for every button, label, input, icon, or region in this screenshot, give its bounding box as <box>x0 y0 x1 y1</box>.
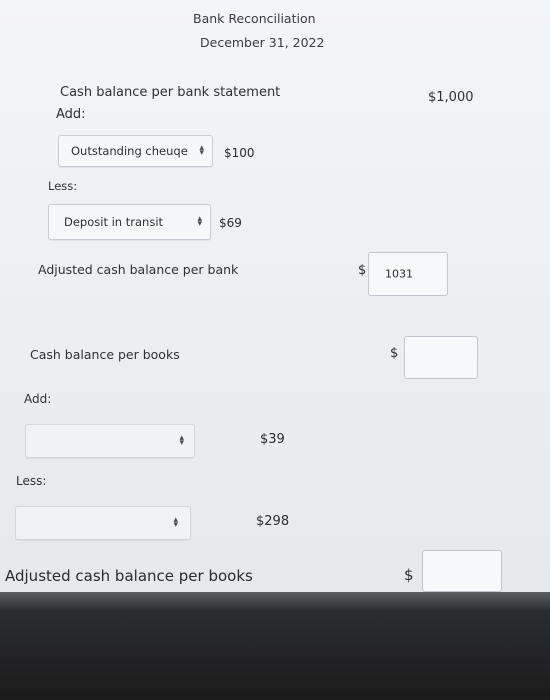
bank-less-item-select[interactable]: Deposit in transit ▴ ▾ <box>48 204 211 240</box>
books-less-item-select[interactable]: ▴ ▾ <box>15 506 191 540</box>
books-add-label: Add: <box>24 392 52 406</box>
bank-adjusted-value: 1031 <box>385 267 413 281</box>
books-adjusted-input[interactable] <box>422 550 502 592</box>
bank-add-item-select[interactable]: Outstanding cheuqe ▴ ▾ <box>58 135 213 167</box>
updown-chevron-icon: ▴ ▾ <box>179 433 184 448</box>
bank-cash-balance-value: $1,000 <box>428 90 474 105</box>
bank-less-item-amount: $69 <box>219 216 242 230</box>
bank-add-label: Add: <box>56 107 86 122</box>
reconciliation-page: Bank Reconciliation December 31, 2022 Ca… <box>0 0 550 595</box>
bank-less-item-selected: Deposit in transit <box>64 215 164 229</box>
books-cash-balance-input[interactable] <box>404 336 478 379</box>
books-cash-balance-currency: $ <box>390 346 399 361</box>
updown-chevron-icon: ▴ ▾ <box>173 515 178 530</box>
reconciliation-date: December 31, 2022 <box>200 35 325 50</box>
books-add-item-amount: $39 <box>260 432 285 447</box>
updown-chevron-icon: ▴ ▾ <box>197 214 202 229</box>
books-adjusted-currency: $ <box>404 566 414 584</box>
bank-cash-balance-label: Cash balance per bank statement <box>60 85 281 100</box>
bank-adjusted-input[interactable]: 1031 <box>368 252 448 296</box>
books-add-item-select[interactable]: ▴ ▾ <box>25 424 195 458</box>
bank-add-item-amount: $100 <box>224 146 255 160</box>
reconciliation-title: Bank Reconciliation <box>193 11 316 26</box>
books-less-label: Less: <box>16 474 47 488</box>
bank-adjusted-currency: $ <box>358 263 367 278</box>
books-less-item-amount: $298 <box>256 514 290 529</box>
dark-background-area <box>0 592 550 700</box>
bank-less-label: Less: <box>48 179 78 193</box>
books-cash-balance-label: Cash balance per books <box>30 347 180 362</box>
updown-chevron-icon: ▴ ▾ <box>199 143 204 158</box>
bank-add-item-selected: Outstanding cheuqe <box>71 144 188 158</box>
bank-adjusted-label: Adjusted cash balance per bank <box>38 262 239 277</box>
books-adjusted-label: Adjusted cash balance per books <box>5 567 253 585</box>
